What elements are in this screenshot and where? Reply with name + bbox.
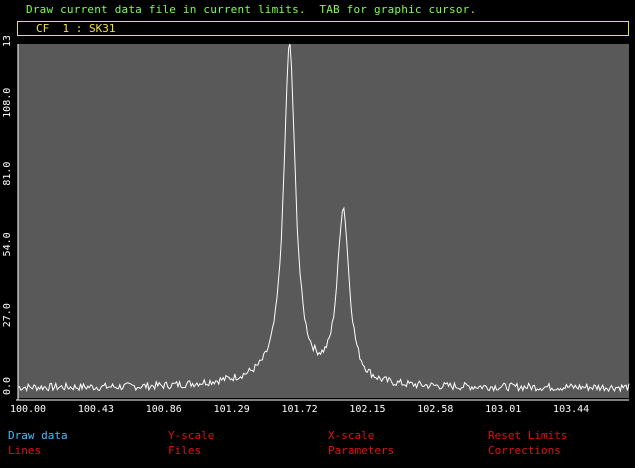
x-tick-label: 103.01 (485, 404, 521, 415)
x-tick-label: 100.00 (10, 404, 46, 415)
y-tick-label: 0.0 (2, 377, 13, 395)
command-menu: Draw data Y-scale X-scale Reset Limits L… (0, 427, 635, 468)
x-tick-label: 100.86 (146, 404, 182, 415)
y-tick-label: 81.0 (2, 162, 13, 186)
status-message: Draw current data file in current limits… (26, 3, 477, 16)
x-tick-label: 103.44 (553, 404, 589, 415)
menu-draw-data[interactable]: Draw data (8, 429, 131, 442)
current-file-box: CF 1 : SK31 (17, 21, 629, 36)
spectrum-chart[interactable]: 100.00 100.43 100.86 101.29 101.72 102.15 102.… (0, 36, 635, 427)
y-tick-label: 54.0 (2, 232, 13, 256)
x-tick-label: 101.72 (281, 404, 317, 415)
menu-files[interactable]: Files (168, 444, 201, 457)
menu-parameters[interactable]: Parameters (328, 444, 394, 457)
current-file-label: CF 1 : SK31 (36, 22, 116, 35)
menu-corrections[interactable]: Corrections (488, 444, 561, 457)
menu-lines[interactable]: Lines (8, 444, 41, 457)
menu-x-scale[interactable]: X-scale (328, 429, 374, 442)
x-tick-label: 101.29 (214, 404, 250, 415)
x-tick-label: 102.58 (417, 404, 453, 415)
y-tick-label: 27.0 (2, 303, 13, 327)
plot-background (18, 44, 629, 398)
plot-area[interactable]: 100.00 100.43 100.86 101.29 101.72 102.15 102.… (0, 36, 635, 464)
x-tick-label: 100.43 (78, 404, 114, 415)
x-tick-label: 102.15 (349, 404, 385, 415)
y-tick-label: 135.0 (2, 36, 13, 47)
menu-reset-limits[interactable]: Reset Limits (488, 429, 567, 442)
y-tick-label: 108.0 (2, 88, 13, 118)
status-bar: Draw current data file in current limits… (0, 0, 635, 20)
menu-y-scale[interactable]: Y-scale (168, 429, 214, 442)
